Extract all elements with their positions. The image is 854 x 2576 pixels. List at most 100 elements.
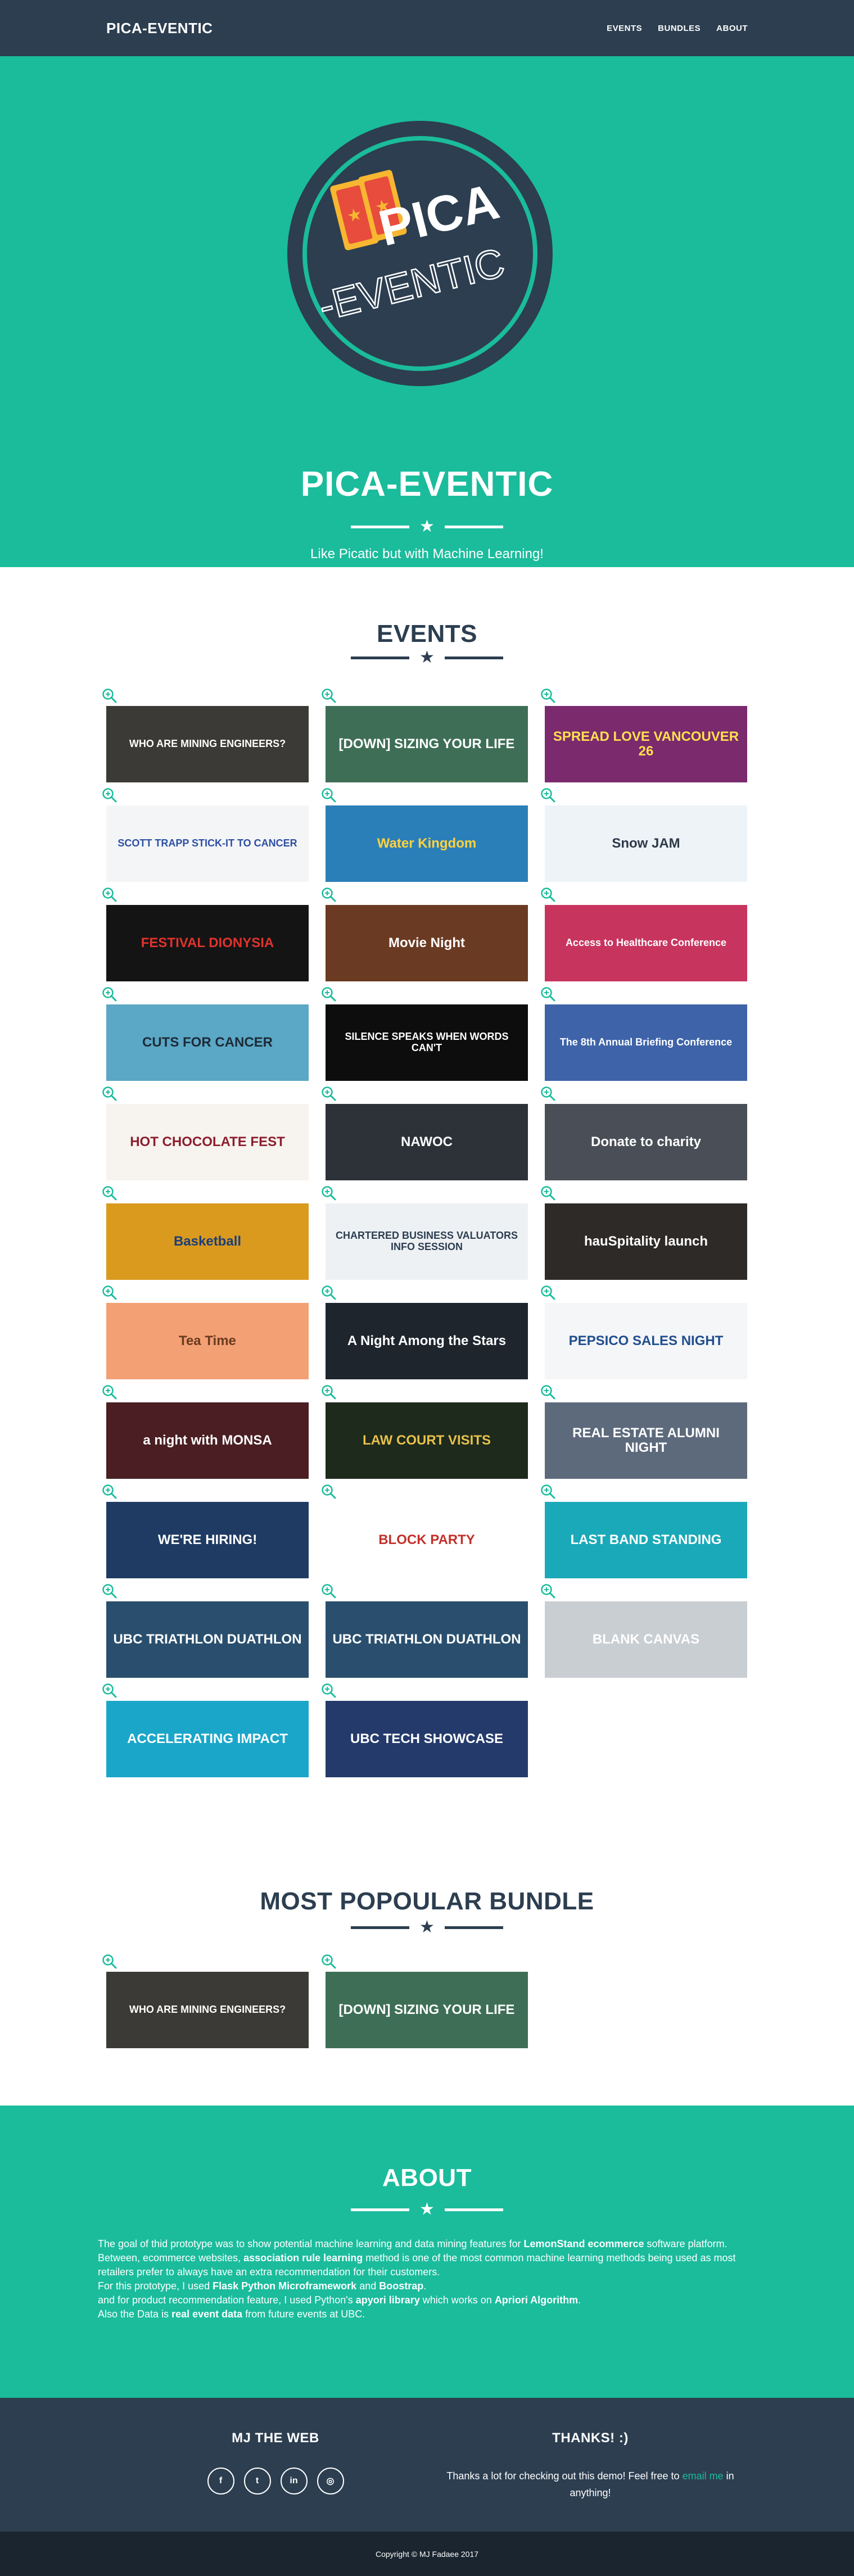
- event-card[interactable]: hauSpitality launch: [541, 1186, 747, 1280]
- event-card[interactable]: Movie Night: [322, 888, 528, 981]
- event-card[interactable]: SPREAD LOVE VANCOUVER 26: [541, 689, 747, 782]
- event-card[interactable]: WHO ARE MINING ENGINEERS?: [102, 1954, 309, 2048]
- zoom-in-icon[interactable]: [102, 887, 118, 903]
- dribbble-icon[interactable]: ◎: [317, 2468, 344, 2494]
- event-card[interactable]: The 8th Annual Briefing Conference: [541, 987, 747, 1081]
- event-card[interactable]: NAWOC: [322, 1086, 528, 1180]
- event-card[interactable]: UBC TECH SHOWCASE: [322, 1683, 528, 1777]
- event-image: Tea Time: [106, 1303, 309, 1379]
- zoom-in-icon[interactable]: [540, 1384, 556, 1400]
- event-card[interactable]: SCOTT TRAPP STICK-IT TO CANCER: [102, 788, 309, 882]
- zoom-in-icon[interactable]: [102, 1185, 118, 1201]
- zoom-in-icon[interactable]: [540, 1086, 556, 1102]
- zoom-in-icon[interactable]: [321, 887, 337, 903]
- event-image: HOT CHOCOLATE FEST: [106, 1104, 309, 1180]
- nav-link-bundles[interactable]: BUNDLES: [658, 24, 701, 33]
- event-card[interactable]: WE'RE HIRING!: [102, 1484, 309, 1578]
- zoom-in-icon[interactable]: [540, 1285, 556, 1301]
- social-links: f t in ◎: [129, 2468, 422, 2494]
- zoom-in-icon[interactable]: [321, 1285, 337, 1301]
- event-image-text: UBC TRIATHLON DUATHLON: [113, 1631, 302, 1647]
- zoom-in-icon[interactable]: [321, 1954, 337, 1970]
- facebook-icon[interactable]: f: [207, 2468, 234, 2494]
- zoom-in-icon[interactable]: [540, 688, 556, 704]
- about-text-segment: from future events at UBC.: [242, 2308, 365, 2320]
- zoom-in-icon[interactable]: [102, 1583, 118, 1599]
- event-card[interactable]: SILENCE SPEAKS WHEN WORDS CAN'T: [322, 987, 528, 1081]
- zoom-in-icon[interactable]: [540, 887, 556, 903]
- zoom-in-icon[interactable]: [321, 1384, 337, 1400]
- zoom-in-icon[interactable]: [102, 1285, 118, 1301]
- navbar: PICA-EVENTIC EVENTS BUNDLES ABOUT: [0, 0, 854, 56]
- event-card[interactable]: [DOWN] SIZING YOUR LIFE: [322, 1954, 528, 2048]
- star-icon: ★: [419, 648, 435, 667]
- about-text-segment: Between, ecommerce websites,: [98, 2252, 244, 2263]
- event-card[interactable]: a night with MONSA: [102, 1385, 309, 1479]
- event-card[interactable]: CHARTERED BUSINESS VALUATORS INFO SESSIO…: [322, 1186, 528, 1280]
- zoom-in-icon[interactable]: [321, 986, 337, 1002]
- event-card[interactable]: A Night Among the Stars: [322, 1285, 528, 1379]
- about-highlight: Flask Python Microframework: [213, 2280, 357, 2292]
- zoom-in-icon[interactable]: [102, 986, 118, 1002]
- zoom-in-icon[interactable]: [102, 688, 118, 704]
- event-card[interactable]: FESTIVAL DIONYSIA: [102, 888, 309, 981]
- event-card[interactable]: Water Kingdom: [322, 788, 528, 882]
- event-image-text: [DOWN] SIZING YOUR LIFE: [338, 2002, 515, 2017]
- zoom-in-icon[interactable]: [321, 1185, 337, 1201]
- event-card[interactable]: BLANK CANVAS: [541, 1584, 747, 1678]
- about-highlight: real event data: [171, 2308, 243, 2320]
- event-image-text: WE'RE HIRING!: [157, 1532, 257, 1547]
- zoom-in-icon[interactable]: [321, 1683, 337, 1699]
- zoom-in-icon[interactable]: [102, 1384, 118, 1400]
- footer-col-thanks: THANKS! :) Thanks a lot for checking out…: [444, 2430, 736, 2501]
- event-image-text: a night with MONSA: [143, 1432, 272, 1448]
- zoom-in-icon[interactable]: [540, 1583, 556, 1599]
- nav-link-events[interactable]: EVENTS: [607, 24, 642, 33]
- event-image-text: Snow JAM: [612, 835, 680, 851]
- event-image: UBC TRIATHLON DUATHLON: [106, 1601, 309, 1678]
- zoom-in-icon[interactable]: [540, 1484, 556, 1500]
- event-card[interactable]: LAW COURT VISITS: [322, 1385, 528, 1479]
- event-card[interactable]: LAST BAND STANDING: [541, 1484, 747, 1578]
- zoom-in-icon[interactable]: [102, 787, 118, 803]
- zoom-in-icon[interactable]: [102, 1954, 118, 1970]
- event-card[interactable]: Basketball: [102, 1186, 309, 1280]
- about-highlight: Boostrap: [379, 2280, 424, 2292]
- zoom-in-icon[interactable]: [321, 1583, 337, 1599]
- zoom-in-icon[interactable]: [540, 986, 556, 1002]
- nav-link-about[interactable]: ABOUT: [716, 24, 748, 33]
- event-card[interactable]: UBC TRIATHLON DUATHLON: [322, 1584, 528, 1678]
- event-card[interactable]: UBC TRIATHLON DUATHLON: [102, 1584, 309, 1678]
- event-image-text: NAWOC: [401, 1134, 453, 1149]
- event-card[interactable]: PEPSICO SALES NIGHT: [541, 1285, 747, 1379]
- zoom-in-icon[interactable]: [102, 1086, 118, 1102]
- brand-link[interactable]: PICA-EVENTIC: [106, 20, 213, 37]
- event-image: Movie Night: [326, 905, 528, 981]
- about-text-segment: Also the Data is: [98, 2308, 172, 2320]
- event-card[interactable]: [DOWN] SIZING YOUR LIFE: [322, 689, 528, 782]
- twitter-icon[interactable]: t: [243, 2468, 271, 2494]
- divider-line: [444, 525, 503, 528]
- event-card[interactable]: ACCELERATING IMPACT: [102, 1683, 309, 1777]
- zoom-in-icon[interactable]: [540, 1185, 556, 1201]
- zoom-in-icon[interactable]: [321, 1086, 337, 1102]
- event-card[interactable]: Tea Time: [102, 1285, 309, 1379]
- event-card[interactable]: CUTS FOR CANCER: [102, 987, 309, 1081]
- email-link[interactable]: email me: [683, 2470, 724, 2482]
- zoom-in-icon[interactable]: [321, 1484, 337, 1500]
- linkedin-icon[interactable]: in: [280, 2468, 308, 2494]
- about-paragraph: For this prototype, I used Flask Python …: [98, 2279, 756, 2293]
- event-image-text: Movie Night: [388, 935, 465, 950]
- zoom-in-icon[interactable]: [102, 1683, 118, 1699]
- event-card[interactable]: Snow JAM: [541, 788, 747, 882]
- zoom-in-icon[interactable]: [540, 787, 556, 803]
- zoom-in-icon[interactable]: [102, 1484, 118, 1500]
- zoom-in-icon[interactable]: [321, 787, 337, 803]
- event-card[interactable]: REAL ESTATE ALUMNI NIGHT: [541, 1385, 747, 1479]
- event-card[interactable]: Donate to charity: [541, 1086, 747, 1180]
- event-card[interactable]: BLOCK PARTY: [322, 1484, 528, 1578]
- event-card[interactable]: WHO ARE MINING ENGINEERS?: [102, 689, 309, 782]
- zoom-in-icon[interactable]: [321, 688, 337, 704]
- event-card[interactable]: Access to Healthcare Conference: [541, 888, 747, 981]
- event-card[interactable]: HOT CHOCOLATE FEST: [102, 1086, 309, 1180]
